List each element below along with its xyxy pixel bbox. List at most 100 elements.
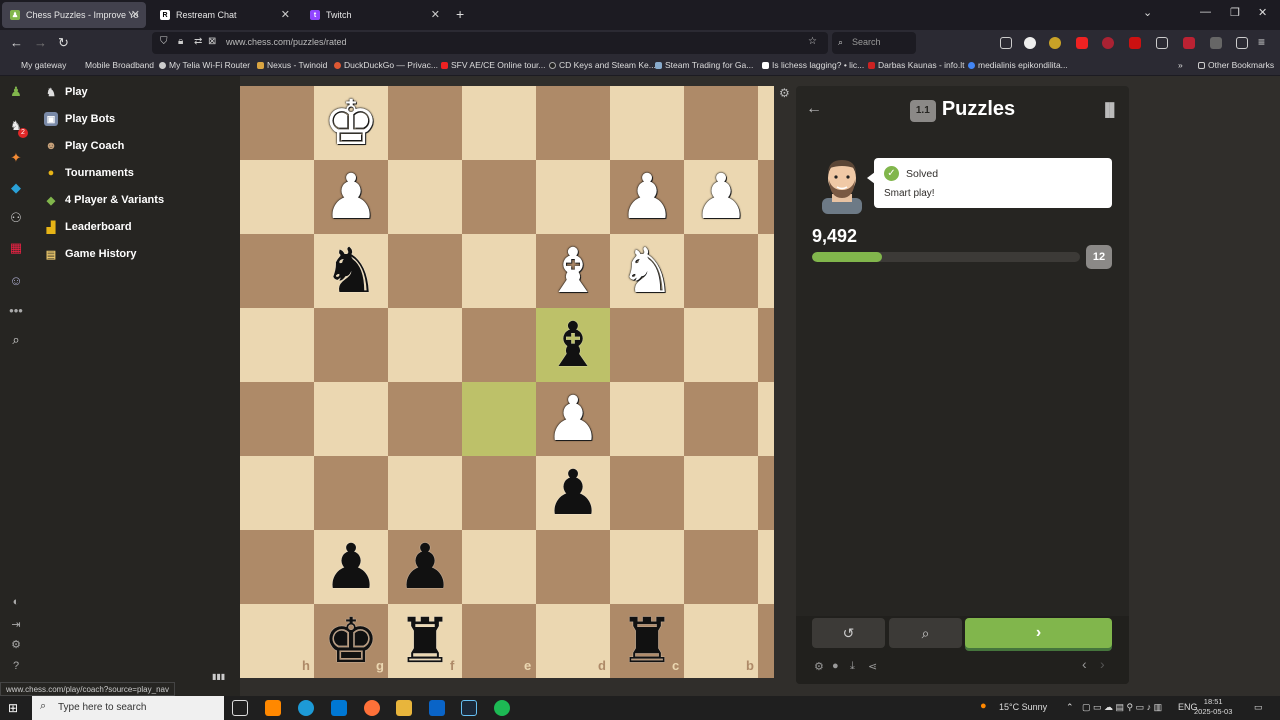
square-c7[interactable] (610, 530, 684, 604)
square-b5[interactable] (684, 382, 758, 456)
square-a8[interactable] (758, 604, 774, 678)
extension-block-icon[interactable] (1129, 37, 1141, 49)
piece-d6[interactable]: ♟ (536, 456, 610, 530)
square-h5[interactable] (240, 382, 314, 456)
square-b4[interactable] (684, 308, 758, 382)
close-window-icon[interactable]: ✕ (1258, 6, 1267, 19)
square-f5[interactable] (388, 382, 462, 456)
task-view-icon[interactable] (232, 700, 248, 716)
piece-a6[interactable]: ♟ (758, 456, 774, 530)
piece-d4[interactable]: ♝ (536, 308, 610, 382)
firefox-icon[interactable] (364, 700, 380, 716)
piece-c3[interactable]: ♞ (610, 234, 684, 308)
menu-item-game-history[interactable]: ▤ Game History (44, 243, 137, 265)
extensions-puzzle-icon[interactable] (1236, 37, 1248, 49)
piece-g7[interactable]: ♟ (314, 530, 388, 604)
store-icon[interactable] (331, 700, 347, 716)
square-d7[interactable] (536, 530, 610, 604)
bookmark-item[interactable]: Nexus - Twinoid (257, 60, 327, 70)
close-tab-icon[interactable]: ✕ (431, 8, 440, 21)
clock[interactable]: 18:51 2025-05-03 (1194, 697, 1232, 717)
board-settings-gear-icon[interactable]: ⚙ (779, 86, 790, 100)
more-bookmarks-icon[interactable]: » (1178, 60, 1183, 70)
puzzles-icon[interactable]: ✦ (8, 150, 24, 166)
square-e3[interactable] (462, 234, 536, 308)
extension-grey-icon[interactable] (1210, 37, 1222, 49)
square-c6[interactable] (610, 456, 684, 530)
spotify-icon[interactable] (494, 700, 510, 716)
new-tab-icon[interactable]: + (456, 6, 464, 22)
square-h4[interactable] (240, 308, 314, 382)
file-explorer-icon[interactable] (396, 700, 412, 716)
browser-search-box[interactable]: ⌕ Search (832, 32, 916, 54)
square-a5[interactable] (758, 382, 774, 456)
forward-icon[interactable]: → (34, 35, 47, 50)
pocket-icon[interactable] (1000, 37, 1012, 49)
menu-item-play[interactable]: ♞ Play (44, 81, 88, 103)
tab-restream-chat[interactable]: R Restream Chat ✕ (152, 2, 296, 28)
square-h2[interactable] (240, 160, 314, 234)
square-b6[interactable] (684, 456, 758, 530)
notifications-icon[interactable]: ▭ (1254, 702, 1263, 713)
windows-start-icon[interactable]: ⊞ (8, 701, 18, 715)
bookmark-item[interactable]: medialinis epikondilita... (968, 60, 1068, 70)
extension-n-icon[interactable] (1024, 37, 1036, 49)
extension-screen-icon[interactable] (1156, 37, 1168, 49)
square-f4[interactable] (388, 308, 462, 382)
camera-off-icon[interactable]: ⊠ (208, 36, 216, 47)
next-puzzle-button[interactable]: › (965, 618, 1112, 648)
news-icon[interactable]: ▦ (8, 240, 24, 256)
square-d1[interactable] (536, 86, 610, 160)
edge-icon[interactable] (298, 700, 314, 716)
square-g5[interactable] (314, 382, 388, 456)
square-f3[interactable] (388, 234, 462, 308)
menu-item-play-bots[interactable]: ▣ Play Bots (44, 108, 115, 130)
help-icon[interactable]: ? (8, 658, 24, 674)
piece-b2[interactable]: ♟ (684, 160, 758, 234)
square-h6[interactable] (240, 456, 314, 530)
menu-hamburger-icon[interactable]: ≡ (1258, 35, 1265, 49)
square-b1[interactable] (684, 86, 758, 160)
stats-bar-icon[interactable]: ▐▌ (1101, 102, 1119, 117)
square-e2[interactable] (462, 160, 536, 234)
tray-chevron-icon[interactable]: ⌃ (1066, 702, 1074, 713)
chat-icon[interactable]: ● (832, 660, 839, 672)
bookmark-item[interactable]: Steam Trading for Ga... (655, 60, 753, 70)
menu-item-tournaments[interactable]: ● Tournaments (44, 162, 134, 184)
bookmark-item[interactable]: My Telia Wi-Fi Router (159, 60, 250, 70)
youtube-extension-icon[interactable] (1076, 37, 1088, 49)
maximize-icon[interactable]: ❐ (1230, 6, 1240, 19)
piece-a1[interactable]: ♜ (758, 86, 774, 160)
url-bar[interactable]: ⛉ 🔒︎ ⇄ ⊠ www.chess.com/puzzles/rated ☆ (152, 32, 828, 54)
weather-text[interactable]: 15°C Sunny (999, 702, 1047, 712)
permissions-icon[interactable]: ⇄ (194, 36, 202, 47)
square-g6[interactable] (314, 456, 388, 530)
piece-f7[interactable]: ♟ (388, 530, 462, 604)
bookmark-item[interactable]: Darbas Kaunas - info.lt (868, 60, 964, 70)
share-icon[interactable]: ⋖ (868, 660, 877, 673)
resize-handle-icon[interactable]: ▮▮▮ (212, 672, 225, 681)
square-c5[interactable] (610, 382, 684, 456)
bookmark-item[interactable]: Is lichess lagging? • lic... (762, 60, 864, 70)
piece-g2[interactable]: ♟ (314, 160, 388, 234)
list-tabs-icon[interactable]: ⌄ (1143, 6, 1152, 19)
square-b3[interactable] (684, 234, 758, 308)
square-h1[interactable] (240, 86, 314, 160)
square-e7[interactable] (462, 530, 536, 604)
square-a7[interactable] (758, 530, 774, 604)
close-tab-icon[interactable]: ✕ (131, 8, 140, 21)
chess-logo-icon[interactable]: ♟ (8, 84, 24, 100)
shield-icon[interactable]: ⛉ (160, 36, 168, 47)
extension-coin-icon[interactable] (1049, 37, 1061, 49)
social-icon[interactable]: ☺ (8, 272, 24, 288)
menu-item-play-coach[interactable]: ☻ Play Coach (44, 135, 124, 157)
square-e1[interactable] (462, 86, 536, 160)
square-f1[interactable] (388, 86, 462, 160)
square-e6[interactable] (462, 456, 536, 530)
square-h3[interactable] (240, 234, 314, 308)
reload-icon[interactable]: ↻ (58, 35, 69, 51)
other-bookmarks[interactable]: Other Bookmarks (1198, 60, 1274, 70)
square-c1[interactable] (610, 86, 684, 160)
extension-red-icon[interactable] (1102, 37, 1114, 49)
bookmark-item[interactable]: Mobile Broadband (85, 60, 154, 70)
